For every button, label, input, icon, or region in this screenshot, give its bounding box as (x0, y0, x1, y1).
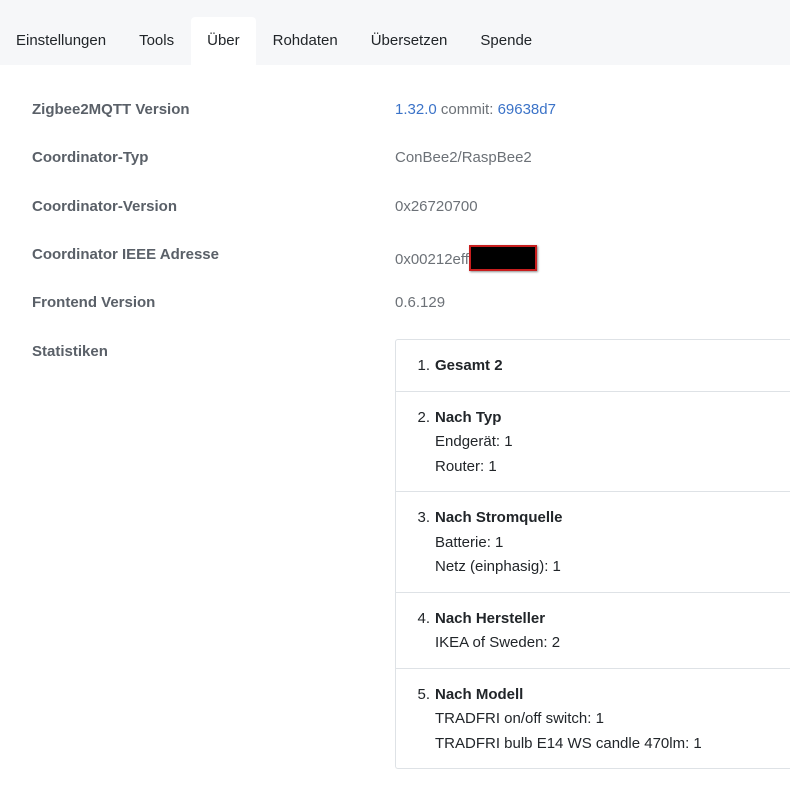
list-item: 3. Nach Stromquelle Batterie: 1 Netz (ei… (396, 492, 790, 593)
tab-einstellungen[interactable]: Einstellungen (0, 17, 122, 65)
tabs: Einstellungen Tools Über Rohdaten Überse… (0, 17, 548, 65)
stat-title-by-power-source: Nach Stromquelle (435, 509, 563, 526)
row-coordinator-type: Coordinator-Typ ConBee2/RaspBee2 (0, 148, 790, 196)
row-coordinator-ieee: Coordinator IEEE Adresse 0x00212eff (0, 245, 790, 293)
coordinator-type-value: ConBee2/RaspBee2 (395, 149, 532, 166)
stat-line: TRADFRI on/off switch: 1 (435, 710, 604, 727)
row-zigbee2mqtt-version: Zigbee2MQTT Version 1.32.0 commit: 69638… (0, 100, 790, 148)
list-item: 1. Gesamt 2 (396, 340, 790, 392)
tab-spende[interactable]: Spende (464, 17, 548, 65)
stat-line: Endgerät: 1 (435, 433, 513, 450)
stat-line: Netz (einphasig): 1 (435, 558, 561, 575)
redaction-box (468, 245, 537, 271)
about-panel: Zigbee2MQTT Version 1.32.0 commit: 69638… (0, 65, 790, 785)
frontend-version-value: 0.6.129 (395, 294, 446, 311)
coordinator-ieee-value: 0x00212eff (395, 245, 537, 271)
ieee-address-text: 0x00212eff (395, 251, 469, 268)
coordinator-version-value: 0x26720700 (395, 198, 478, 215)
stat-line: Router: 1 (435, 457, 497, 475)
list-number: 2. (417, 408, 430, 426)
list-number: 4. (417, 609, 430, 627)
tab-ueber[interactable]: Über (191, 17, 256, 65)
list-item: 5. Nach Modell TRADFRI on/off switch: 1 … (396, 669, 790, 769)
row-coordinator-version: Coordinator-Version 0x26720700 (0, 197, 790, 245)
coordinator-ieee-label: Coordinator IEEE Adresse (32, 246, 219, 263)
tab-tools[interactable]: Tools (123, 17, 190, 65)
stat-line: IKEA of Sweden: 2 (435, 634, 561, 651)
stat-line: TRADFRI bulb E14 WS candle 470lm: 1 (435, 734, 702, 752)
statistics-list: 1. Gesamt 2 2. Nach Typ Endgerät: 1 Rout… (395, 339, 790, 769)
coordinator-type-label: Coordinator-Typ (32, 149, 149, 166)
stat-title-by-manufacturer: Nach Hersteller (435, 609, 546, 627)
version-link[interactable]: 1.32.0 (395, 101, 437, 118)
list-item: 2. Nach Typ Endgerät: 1 Router: 1 (396, 392, 790, 492)
commit-label: commit: (440, 101, 494, 118)
stat-title-by-type: Nach Typ (435, 408, 502, 426)
list-number: 3. (417, 509, 430, 526)
zigbee2mqtt-version-label: Zigbee2MQTT Version (32, 101, 190, 118)
coordinator-version-label: Coordinator-Version (32, 198, 178, 215)
list-number: 5. (417, 685, 430, 703)
row-frontend-version: Frontend Version 0.6.129 (0, 293, 790, 341)
statistics-label: Statistiken (32, 343, 108, 360)
zigbee2mqtt-version-value: 1.32.0 commit: 69638d7 (395, 100, 556, 120)
tab-uebersetzen[interactable]: Übersetzen (355, 17, 464, 65)
tab-rohdaten[interactable]: Rohdaten (257, 17, 354, 65)
list-number: 1. (417, 357, 430, 374)
tab-bar: Einstellungen Tools Über Rohdaten Überse… (0, 0, 790, 65)
commit-link[interactable]: 69638d7 (498, 101, 556, 118)
stat-title-by-model: Nach Modell (435, 685, 524, 703)
list-item: 4. Nach Hersteller IKEA of Sweden: 2 (396, 593, 790, 669)
stat-title-total: Gesamt 2 (435, 357, 503, 374)
stat-line: Batterie: 1 (435, 533, 504, 551)
frontend-version-label: Frontend Version (32, 294, 156, 311)
